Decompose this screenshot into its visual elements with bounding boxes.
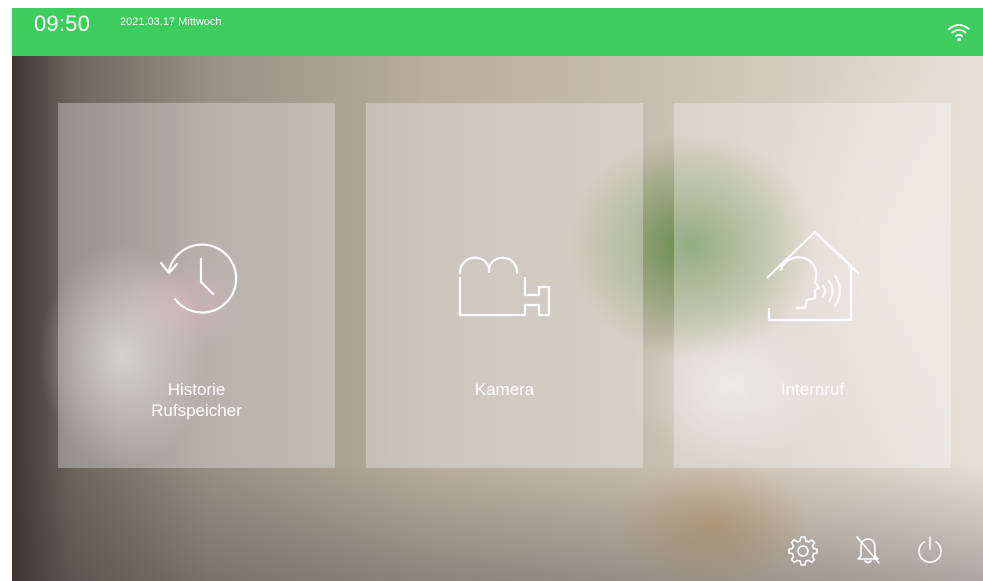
tile-label-line1: Historie	[167, 380, 226, 399]
movie-camera-icon	[455, 243, 555, 323]
power-icon[interactable]	[914, 534, 946, 566]
clock-date: 2021.03.17 Mittwoch	[120, 16, 222, 28]
status-bar: 09:50 2021.03.17 Mittwoch	[12, 8, 983, 56]
tile-label: Kamera	[474, 380, 535, 399]
tile-label-line2: Rufspeicher	[151, 401, 242, 420]
history-clock-icon	[149, 233, 245, 323]
wifi-icon	[947, 22, 971, 42]
house-intercom-icon	[763, 228, 863, 323]
home-screen: 09:50 2021.03.17 Mittwoch Historie Rufsp…	[12, 8, 983, 581]
tile-label: Historie Rufspeicher	[58, 379, 335, 421]
tile-call-history[interactable]: Historie Rufspeicher	[58, 103, 335, 468]
settings-gear-icon[interactable]	[787, 534, 819, 566]
bell-off-icon[interactable]	[852, 534, 884, 566]
clock-time: 09:50	[34, 11, 91, 36]
tile-intercom[interactable]: Internruf	[674, 103, 951, 468]
tile-label: Internruf	[780, 380, 845, 399]
tile-camera[interactable]: Kamera	[366, 103, 643, 468]
